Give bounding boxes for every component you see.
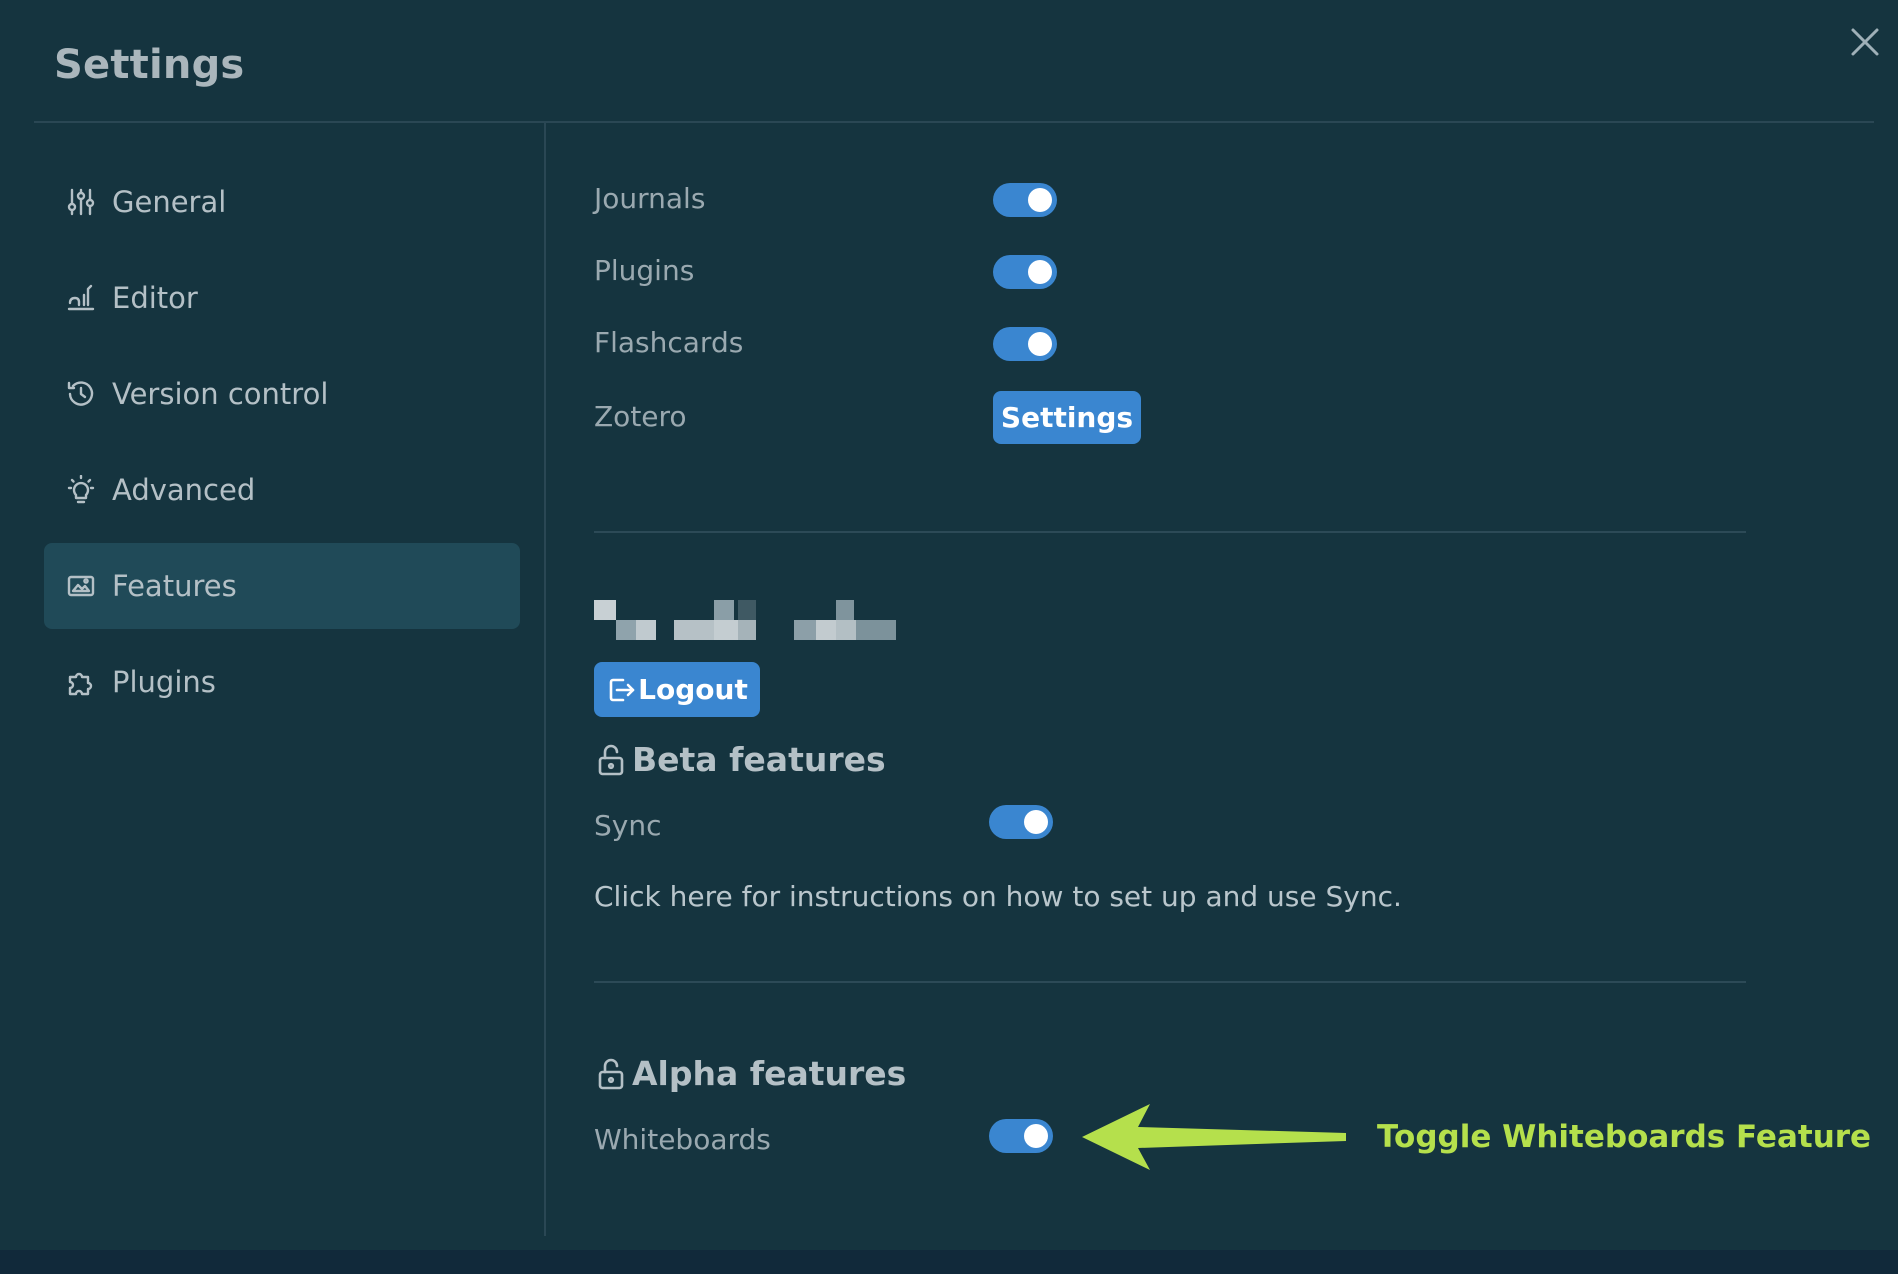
image-frame-icon xyxy=(66,571,96,601)
sidebar-item-label: Editor xyxy=(112,281,198,315)
whiteboards-toggle[interactable] xyxy=(989,1119,1053,1153)
sidebar-item-label: Plugins xyxy=(112,665,216,699)
settings-page: Settings General Editor Version control … xyxy=(0,0,1898,1274)
toggle-knob xyxy=(1028,260,1052,284)
sliders-icon xyxy=(66,187,96,217)
page-title: Settings xyxy=(54,42,245,88)
toggle-knob xyxy=(1024,1124,1048,1148)
sidebar-item-plugins[interactable]: Plugins xyxy=(44,639,520,725)
toggle-knob xyxy=(1024,810,1048,834)
sidebar-item-editor[interactable]: Editor xyxy=(44,255,520,341)
unlock-icon xyxy=(598,1058,624,1089)
sidebar-divider xyxy=(544,123,546,1236)
journals-toggle[interactable] xyxy=(993,183,1057,217)
sidebar-item-label: General xyxy=(112,185,227,219)
beta-features-title: Beta features xyxy=(632,740,886,779)
zotero-settings-button[interactable]: Settings xyxy=(993,391,1141,444)
sidebar-item-label: Version control xyxy=(112,377,329,411)
toggle-knob xyxy=(1028,332,1052,356)
sidebar-item-general[interactable]: General xyxy=(44,159,520,245)
bulb-icon xyxy=(66,475,96,505)
section-divider xyxy=(594,531,1746,533)
sidebar-item-version-control[interactable]: Version control xyxy=(44,351,520,437)
arrow-left-icon xyxy=(1082,1104,1346,1170)
annotation-callout: Toggle Whiteboards Feature xyxy=(1377,1119,1872,1155)
settings-dialog: Settings General Editor Version control … xyxy=(0,0,1898,1250)
close-icon xyxy=(1851,28,1879,56)
sidebar-item-label: Features xyxy=(112,569,237,603)
alpha-features-title: Alpha features xyxy=(632,1054,907,1093)
logout-label: Logout xyxy=(638,673,748,706)
flashcards-toggle[interactable] xyxy=(993,327,1057,361)
alpha-features-heading: Alpha features xyxy=(596,1054,906,1093)
sidebar-item-advanced[interactable]: Advanced xyxy=(44,447,520,533)
sync-toggle[interactable] xyxy=(989,805,1053,839)
background-strip xyxy=(0,1250,1898,1274)
section-divider xyxy=(594,981,1746,983)
zotero-label: Zotero xyxy=(594,400,687,433)
beta-features-heading: Beta features xyxy=(596,740,886,779)
flashcards-label: Flashcards xyxy=(594,326,744,359)
sync-instructions-link[interactable]: Click here for instructions on how to se… xyxy=(594,880,1402,913)
toggle-knob xyxy=(1028,188,1052,212)
sidebar-item-features[interactable]: Features xyxy=(44,543,520,629)
sync-label: Sync xyxy=(594,809,662,842)
history-icon xyxy=(66,379,96,409)
editor-icon xyxy=(66,283,96,313)
whiteboards-label: Whiteboards xyxy=(594,1123,771,1156)
journals-label: Journals xyxy=(594,182,706,215)
puzzle-icon xyxy=(66,667,96,697)
header-divider xyxy=(34,121,1874,123)
unlock-icon xyxy=(598,744,624,775)
logout-button[interactable]: Logout xyxy=(594,662,760,717)
sidebar-item-label: Advanced xyxy=(112,473,256,507)
plugins-toggle[interactable] xyxy=(993,255,1057,289)
close-button[interactable] xyxy=(1845,22,1885,62)
logout-icon xyxy=(609,678,635,701)
plugins-label: Plugins xyxy=(594,254,695,287)
